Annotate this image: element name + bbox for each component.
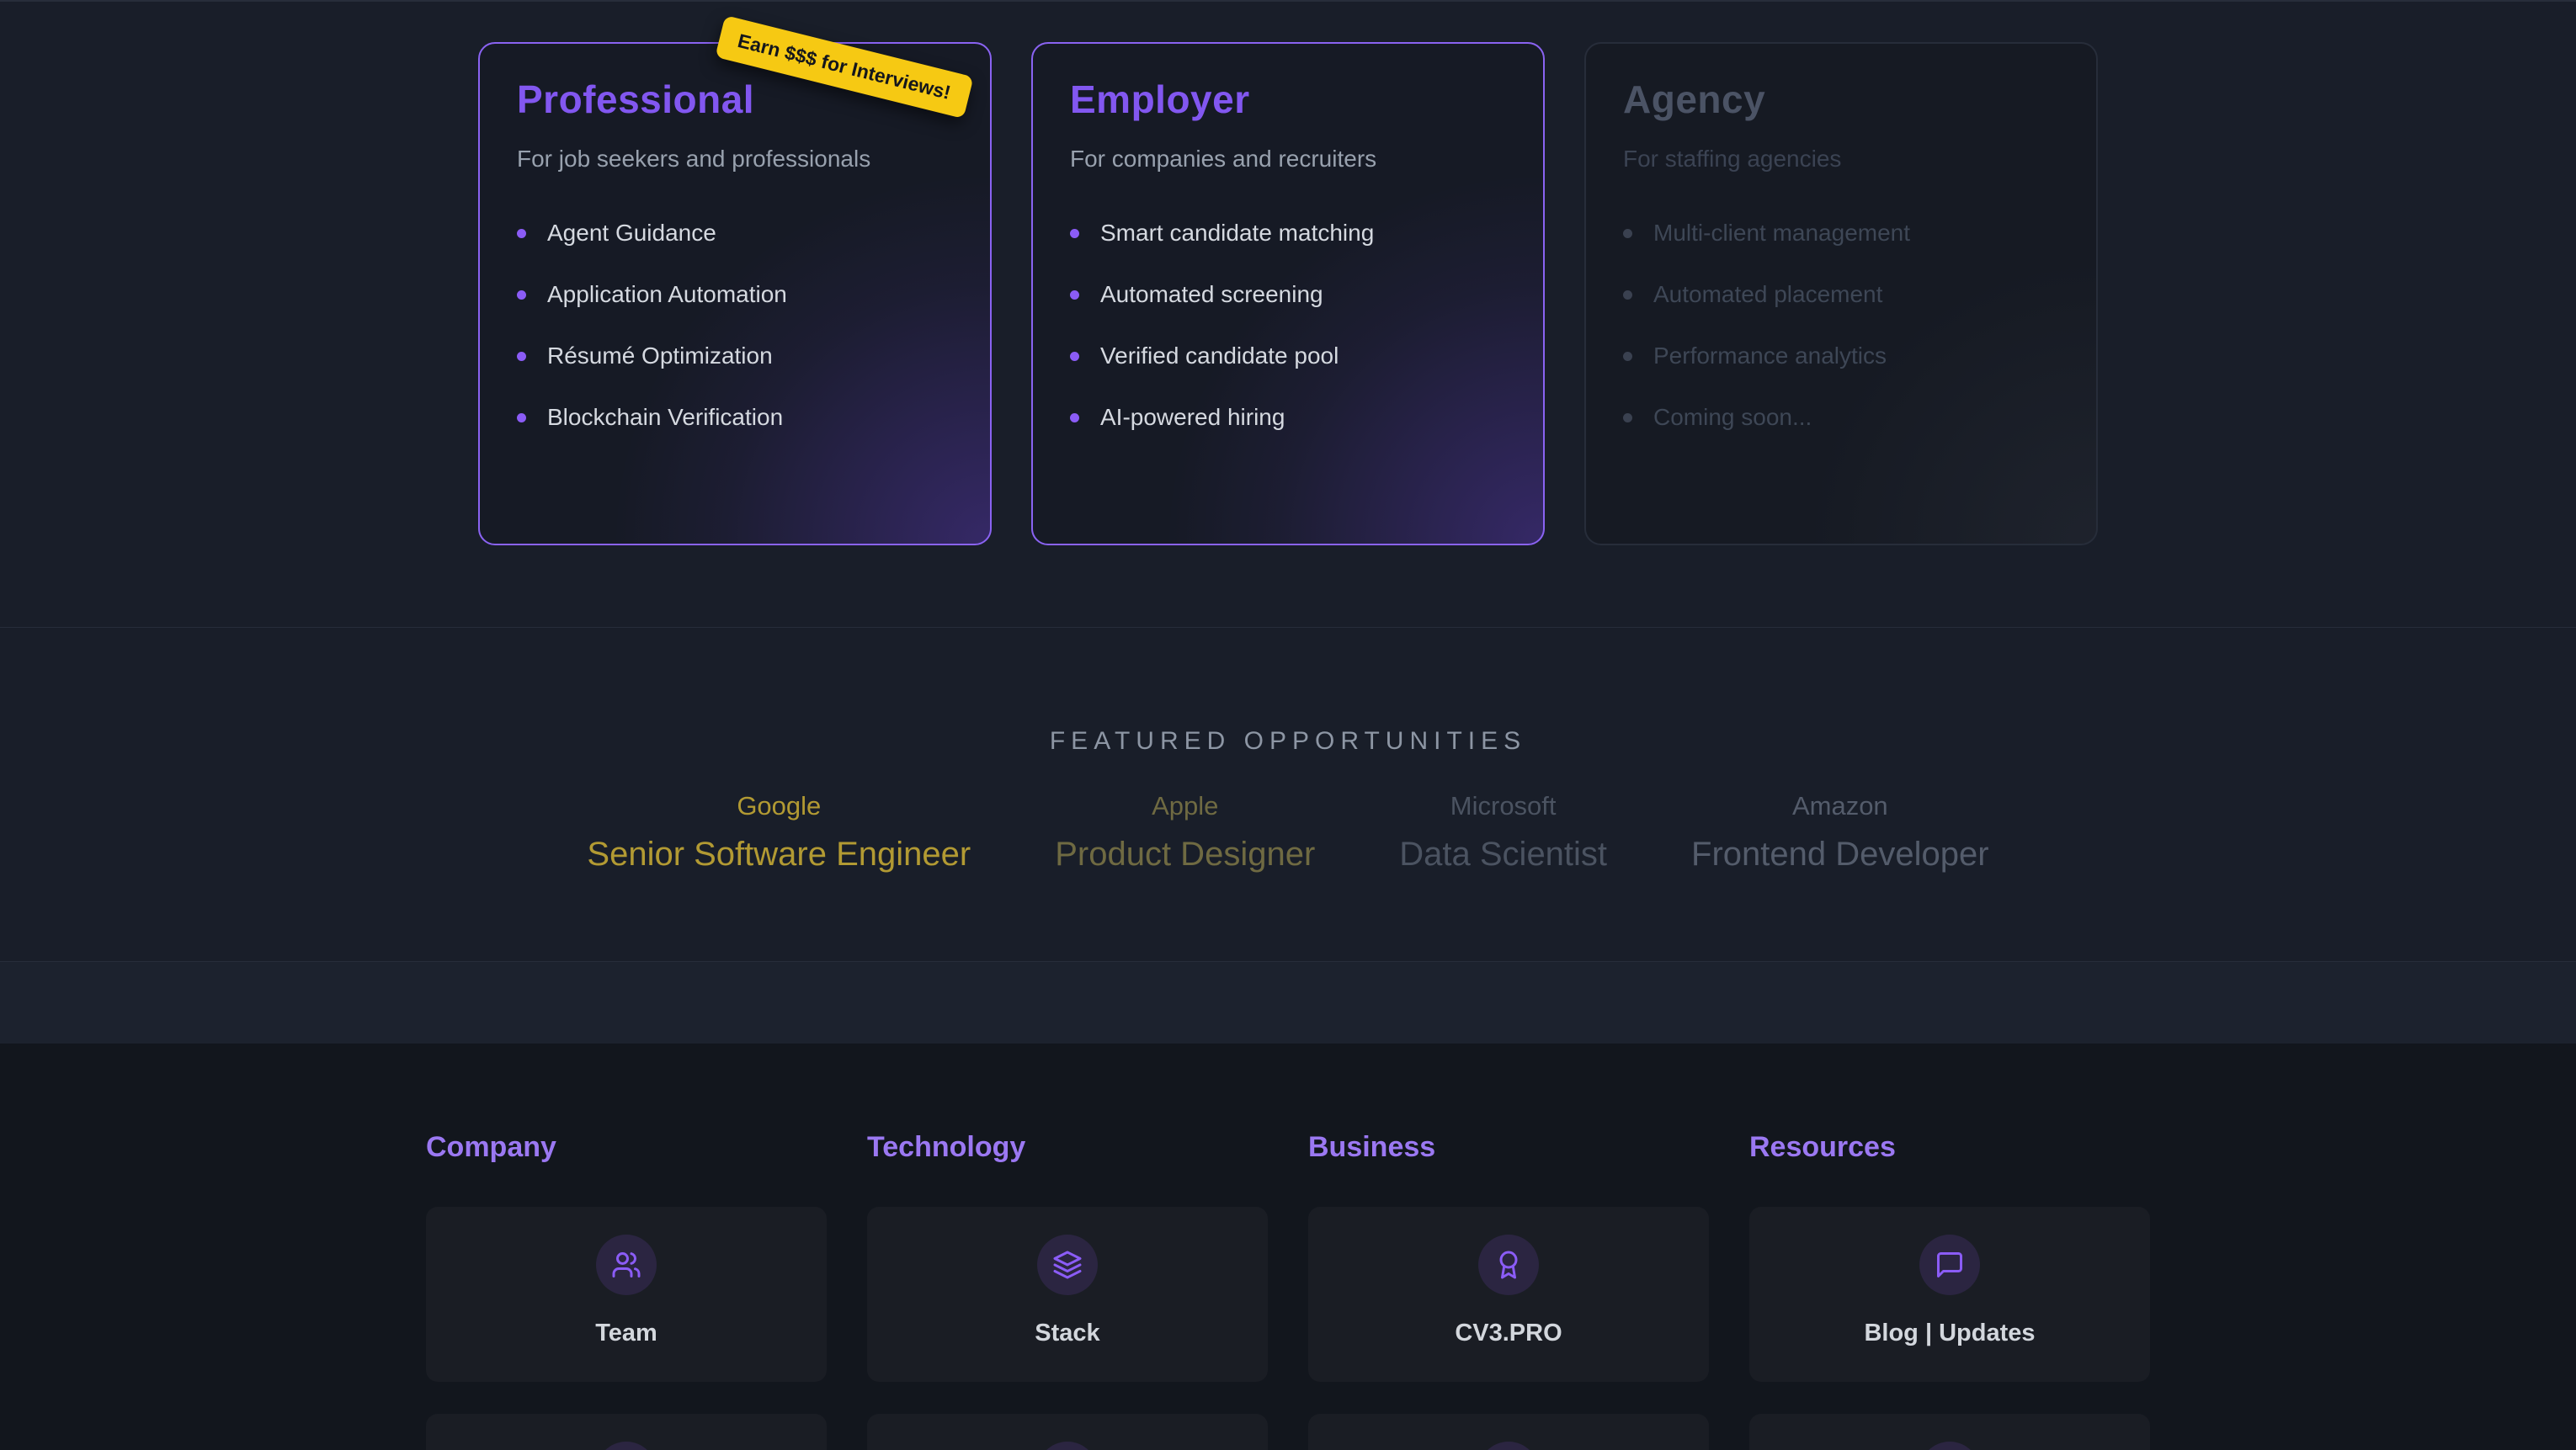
plan-feature-label: Agent Guidance	[547, 219, 716, 247]
bullet-icon	[517, 352, 526, 361]
bullet-icon	[1070, 413, 1079, 422]
footer-card-team[interactable]: Team	[426, 1207, 827, 1382]
plan-feature: Automated screening	[1070, 280, 1506, 309]
featured-section-title: FEATURED OPPORTUNITIES	[0, 727, 2576, 756]
footer-card-partial[interactable]	[867, 1414, 1268, 1450]
plan-feature: Multi-client management	[1623, 219, 2059, 247]
job-company: Amazon	[1691, 791, 1989, 821]
plan-feature-list: Agent Guidance Application Automation Ré…	[517, 219, 953, 432]
bullet-icon	[1070, 290, 1079, 300]
plan-feature-label: Application Automation	[547, 280, 787, 309]
plan-feature: Blockchain Verification	[517, 403, 953, 432]
footer-card-label: Team	[595, 1319, 657, 1347]
plan-cards-row: Professional For job seekers and profess…	[478, 42, 2098, 545]
bullet-icon	[517, 413, 526, 422]
hidden-icon	[1919, 1442, 1980, 1450]
plan-card-employer[interactable]: Employer For companies and recruiters Sm…	[1031, 42, 1545, 545]
job-role: Product Designer	[1055, 835, 1315, 874]
bullet-icon	[1070, 229, 1079, 238]
footer-grid: Company Team Technology	[426, 1044, 2150, 1450]
footer-card-stack[interactable]: Stack	[867, 1207, 1268, 1382]
hidden-icon	[1478, 1442, 1539, 1450]
job-role: Data Scientist	[1399, 835, 1607, 874]
hidden-icon	[1037, 1442, 1098, 1450]
plan-description: For job seekers and professionals	[517, 145, 953, 173]
plan-feature-label: Smart candidate matching	[1100, 219, 1374, 247]
plan-description: For companies and recruiters	[1070, 145, 1506, 173]
footer-column-resources: Resources Blog | Updates	[1749, 1044, 2150, 1450]
bullet-icon	[1623, 290, 1632, 300]
footer-column-company: Company Team	[426, 1044, 827, 1450]
users-icon	[596, 1235, 657, 1295]
job-item-amazon[interactable]: Amazon Frontend Developer	[1691, 791, 1989, 874]
plan-feature: Verified candidate pool	[1070, 342, 1506, 370]
plan-feature-label: Blockchain Verification	[547, 403, 783, 432]
plan-feature: Coming soon...	[1623, 403, 2059, 432]
footer-card-partial[interactable]	[1749, 1414, 2150, 1450]
footer-card-label: Blog | Updates	[1864, 1319, 2035, 1347]
job-company: Google	[587, 791, 971, 821]
plan-feature-list: Smart candidate matching Automated scree…	[1070, 219, 1506, 432]
plan-feature: Smart candidate matching	[1070, 219, 1506, 247]
footer-heading: Company	[426, 1130, 827, 1164]
footer-card-partial[interactable]	[426, 1414, 827, 1450]
plan-title: Agency	[1623, 76, 2059, 123]
featured-opportunities-section: FEATURED OPPORTUNITIES Google Senior Sof…	[0, 627, 2576, 961]
job-role: Senior Software Engineer	[587, 835, 971, 874]
plan-feature: Performance analytics	[1623, 342, 2059, 370]
bullet-icon	[517, 229, 526, 238]
hidden-icon	[596, 1442, 657, 1450]
footer: Company Team Technology	[0, 1044, 2576, 1450]
plan-feature-list: Multi-client management Automated placem…	[1623, 219, 2059, 432]
job-item-microsoft[interactable]: Microsoft Data Scientist	[1399, 791, 1607, 874]
plan-feature-label: Coming soon...	[1653, 403, 1812, 432]
plan-feature: AI-powered hiring	[1070, 403, 1506, 432]
plan-feature: Agent Guidance	[517, 219, 953, 247]
job-company: Apple	[1055, 791, 1315, 821]
plan-card-agency: Agency For staffing agencies Multi-clien…	[1584, 42, 2098, 545]
footer-heading: Technology	[867, 1130, 1268, 1164]
plan-feature-label: Automated screening	[1100, 280, 1323, 309]
footer-heading: Resources	[1749, 1130, 2150, 1164]
plan-feature-label: Verified candidate pool	[1100, 342, 1339, 370]
plan-feature: Résumé Optimization	[517, 342, 953, 370]
plan-description: For staffing agencies	[1623, 145, 2059, 173]
plan-feature-label: AI-powered hiring	[1100, 403, 1285, 432]
plan-feature: Automated placement	[1623, 280, 2059, 309]
empty-band-section	[0, 961, 2576, 1044]
bullet-icon	[1623, 352, 1632, 361]
footer-card-cv3pro[interactable]: CV3.PRO	[1308, 1207, 1709, 1382]
job-role: Frontend Developer	[1691, 835, 1989, 874]
bullet-icon	[517, 290, 526, 300]
footer-card-label: CV3.PRO	[1455, 1319, 1562, 1347]
footer-column-technology: Technology Stack	[867, 1044, 1268, 1450]
layers-icon	[1037, 1235, 1098, 1295]
plan-feature: Application Automation	[517, 280, 953, 309]
plan-feature-label: Résumé Optimization	[547, 342, 773, 370]
footer-card-blog-updates[interactable]: Blog | Updates	[1749, 1207, 2150, 1382]
award-icon	[1478, 1235, 1539, 1295]
bullet-icon	[1623, 413, 1632, 422]
footer-column-business: Business CV3.PRO	[1308, 1044, 1709, 1450]
footer-heading: Business	[1308, 1130, 1709, 1164]
job-item-apple[interactable]: Apple Product Designer	[1055, 791, 1315, 874]
bullet-icon	[1623, 229, 1632, 238]
plan-title: Employer	[1070, 76, 1506, 123]
plan-card-professional[interactable]: Professional For job seekers and profess…	[478, 42, 992, 545]
plans-section: Professional For job seekers and profess…	[0, 0, 2576, 627]
job-item-google[interactable]: Google Senior Software Engineer	[587, 791, 971, 874]
plan-feature-label: Automated placement	[1653, 280, 1882, 309]
plan-feature-label: Multi-client management	[1653, 219, 1910, 247]
footer-card-label: Stack	[1035, 1319, 1099, 1347]
message-square-icon	[1919, 1235, 1980, 1295]
job-company: Microsoft	[1399, 791, 1607, 821]
footer-card-partial[interactable]	[1308, 1414, 1709, 1450]
featured-jobs-row: Google Senior Software Engineer Apple Pr…	[0, 791, 2576, 874]
bullet-icon	[1070, 352, 1079, 361]
plan-feature-label: Performance analytics	[1653, 342, 1887, 370]
